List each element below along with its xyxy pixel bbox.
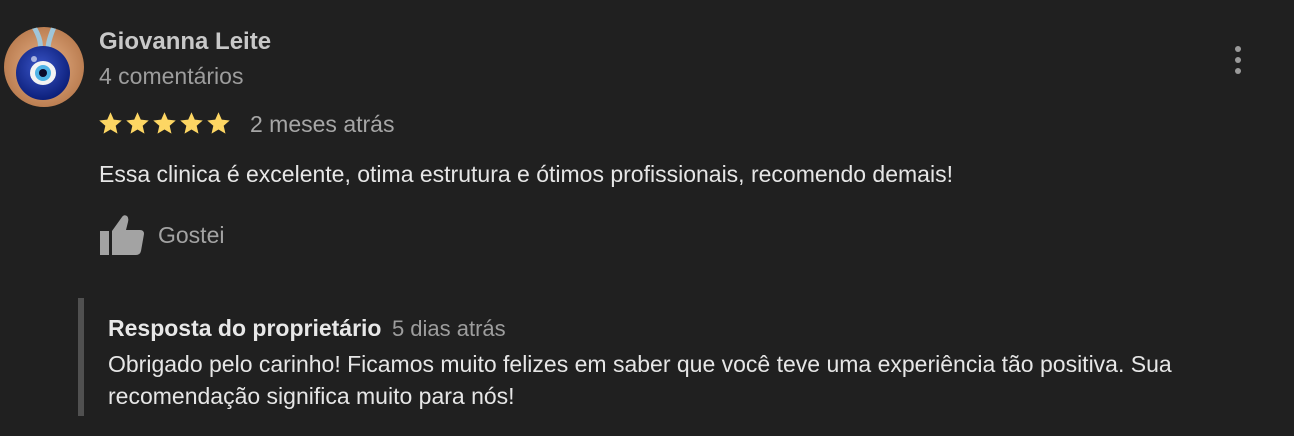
owner-reply-title: Resposta do proprietário xyxy=(108,315,382,341)
star-icon xyxy=(126,112,149,134)
star-icon xyxy=(180,112,203,134)
owner-reply: Resposta do proprietário 5 dias atrás Ob… xyxy=(78,298,1284,416)
more-vert-icon-dot-1 xyxy=(1235,46,1241,52)
star-icon xyxy=(99,112,122,134)
like-label: Gostei xyxy=(158,221,225,248)
reviewer-review-count: 4 comentários xyxy=(99,63,244,89)
reviewer-name[interactable]: Giovanna Leite xyxy=(99,28,271,56)
star-icon xyxy=(207,112,230,134)
more-options-button[interactable] xyxy=(1222,40,1254,80)
star-rating xyxy=(97,110,232,138)
owner-reply-time: 5 dias atrás xyxy=(391,316,506,341)
star-icon xyxy=(153,112,176,134)
owner-reply-text: Obrigado pelo carinho! Ficamos muito fel… xyxy=(108,351,1172,409)
review-time: 2 meses atrás xyxy=(250,111,395,137)
review-text: Essa clinica é excelente, otima estrutur… xyxy=(99,161,953,187)
like-button[interactable]: Gostei xyxy=(98,212,224,258)
more-vert-icon-dot-3 xyxy=(1235,68,1241,74)
owner-reply-header: Resposta do proprietário 5 dias atrás xyxy=(108,315,506,342)
more-vert-icon-dot-2 xyxy=(1235,57,1241,63)
review-card: Giovanna Leite 4 comentários 2 meses atr… xyxy=(0,0,1294,436)
reviewer-avatar[interactable] xyxy=(4,27,84,107)
thumbs-up-icon xyxy=(100,215,144,255)
evil-eye-amulet-icon xyxy=(4,27,84,107)
